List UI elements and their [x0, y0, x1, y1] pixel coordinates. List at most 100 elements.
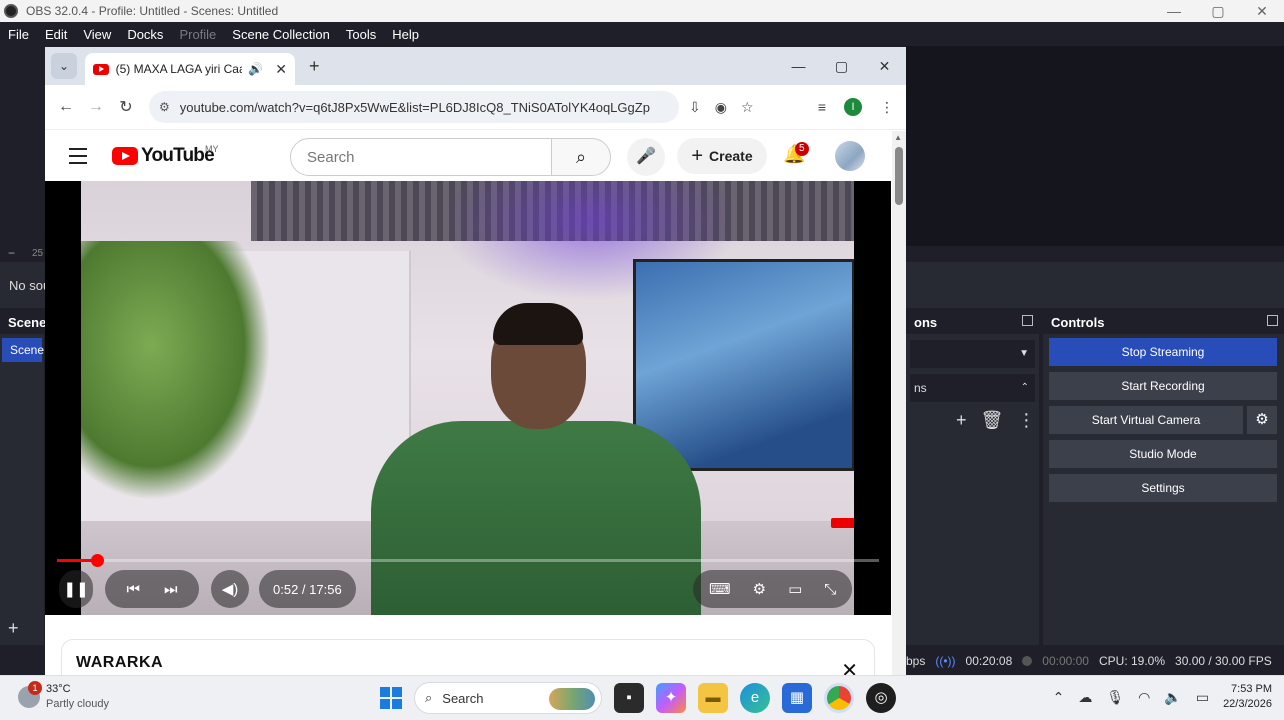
fps-display: 30.00 / 30.00 FPS — [1175, 654, 1272, 668]
cloud-sync-icon[interactable]: ☁ — [1078, 689, 1092, 706]
notification-count-badge: 5 — [795, 142, 809, 156]
transition-duration[interactable]: ns ⌃ — [910, 374, 1035, 402]
youtube-logo[interactable]: YouTube — [112, 145, 215, 167]
captions-icon[interactable]: ⌨ — [709, 580, 731, 598]
menu-view[interactable]: View — [75, 27, 119, 42]
scene-list-item[interactable]: Scene — [2, 338, 44, 362]
weather-widget[interactable]: 1 33°C Partly cloudy — [18, 681, 109, 712]
previous-icon[interactable]: ⏮ — [126, 581, 140, 598]
close-icon[interactable]: ✕ — [841, 658, 858, 675]
battery-icon[interactable]: ▭ — [1196, 689, 1209, 706]
volume-icon[interactable]: ◀) — [211, 570, 249, 608]
wifi-icon[interactable]: ◠ — [1138, 689, 1150, 706]
obs-icon[interactable]: ◎ — [866, 683, 896, 713]
microphone-tray-icon[interactable]: 🎙 — [1106, 689, 1124, 706]
new-tab-button[interactable]: + — [309, 56, 320, 77]
controls-header-label: Controls — [1051, 315, 1105, 330]
gear-icon[interactable]: ⚙ — [1247, 406, 1277, 434]
start-button[interactable] — [380, 687, 402, 709]
address-bar[interactable]: ⚙ youtube.com/watch?v=q6tJ8Px5WwE&list=P… — [149, 91, 679, 123]
video-frame[interactable] — [81, 181, 854, 615]
chrome-maximize-button[interactable]: ▢ — [820, 47, 863, 85]
zoom-out-button[interactable]: − — [8, 246, 15, 260]
tab-youtube[interactable]: (5) MAXA LAGA yiri Caawa 🔊 ✕ — [85, 53, 295, 85]
next-icon[interactable]: ⏭ — [164, 581, 178, 598]
menu-edit[interactable]: Edit — [37, 27, 75, 42]
microphone-icon[interactable]: 🎤 — [627, 138, 665, 176]
menu-scene-collection[interactable]: Scene Collection — [224, 27, 338, 42]
search-input[interactable]: Search — [290, 138, 552, 176]
page-scrollbar[interactable] — [892, 131, 906, 675]
settings-button[interactable]: Settings — [1049, 474, 1277, 502]
time-display: 0:52 / 17:56 — [259, 570, 356, 608]
add-transition-icon[interactable]: + — [956, 410, 967, 431]
record-icon — [1022, 656, 1033, 666]
chrome-minimize-button[interactable]: — — [777, 47, 820, 85]
start-recording-button[interactable]: Start Recording — [1049, 372, 1277, 400]
back-icon[interactable]: ← — [51, 98, 81, 116]
lens-icon[interactable]: ◉ — [715, 99, 727, 116]
file-explorer-icon[interactable]: ▬ — [698, 683, 728, 713]
create-button[interactable]: + Create — [677, 138, 767, 174]
minimize-button[interactable]: — — [1152, 0, 1196, 22]
account-avatar[interactable] — [835, 141, 865, 171]
chrome-icon[interactable] — [824, 683, 854, 713]
trash-icon[interactable]: 🗑 — [981, 410, 1004, 431]
system-tray: ⌃ ☁ 🎙 ◠ 🔈 ▭ 7:53 PM 22/3/2026 — [1053, 682, 1272, 712]
youtube-favicon-icon — [93, 63, 109, 75]
progress-bar[interactable] — [57, 554, 879, 567]
copilot-icon[interactable]: ✦ — [656, 683, 686, 713]
bookmark-star-icon[interactable]: ☆ — [741, 99, 754, 116]
add-scene-button[interactable]: + — [8, 618, 19, 639]
more-options-icon[interactable]: ⋮ — [1017, 410, 1035, 431]
url-text[interactable]: youtube.com/watch?v=q6tJ8Px5WwE&list=PL6… — [180, 100, 650, 115]
menu-help[interactable]: Help — [384, 27, 427, 42]
undock-icon[interactable] — [1267, 315, 1278, 326]
site-info-icon[interactable]: ⚙ — [159, 100, 170, 114]
edge-icon[interactable]: e — [740, 683, 770, 713]
menu-profile[interactable]: Profile — [171, 27, 224, 42]
cloud-icon: 1 — [18, 681, 42, 708]
forward-icon[interactable]: → — [81, 98, 111, 116]
stop-streaming-button[interactable]: Stop Streaming — [1049, 338, 1277, 366]
video-person-hair — [493, 303, 583, 345]
task-view-icon[interactable]: ▪ — [614, 683, 644, 713]
transition-select[interactable]: ▼ — [910, 340, 1035, 368]
volume-tray-icon[interactable]: 🔈 — [1164, 689, 1181, 706]
video-player[interactable]: ❚❚ ⏮ ⏭ ◀) 0:52 / 17:56 ⌨ ⚙ ▭ ⤡ — [45, 181, 891, 615]
pause-button[interactable]: ❚❚ — [59, 570, 93, 608]
scrollbar-thumb[interactable] — [895, 147, 903, 205]
scroll-up-arrow-icon[interactable]: ▲ — [894, 133, 902, 142]
chrome-menu-icon[interactable]: ⋮ — [880, 99, 894, 116]
taskbar-search[interactable]: ⌕ Search — [414, 682, 602, 714]
maximize-button[interactable]: ▢ — [1196, 0, 1240, 22]
clock-time: 7:53 PM — [1231, 683, 1272, 695]
obs-preview-canvas[interactable] — [906, 46, 1284, 246]
menu-file[interactable]: File — [0, 27, 37, 42]
undock-icon[interactable] — [1022, 315, 1033, 326]
chevron-up-icon[interactable]: ⌃ — [1053, 689, 1065, 706]
chrome-close-button[interactable]: ✕ — [863, 47, 906, 85]
tab-search-button[interactable]: ⌄ — [51, 53, 77, 79]
reload-icon[interactable]: ↻ — [111, 97, 141, 117]
close-tab-icon[interactable]: ✕ — [275, 61, 287, 78]
studio-mode-button[interactable]: Studio Mode — [1049, 440, 1277, 468]
clock[interactable]: 7:53 PM 22/3/2026 — [1223, 682, 1272, 712]
store-icon[interactable]: ▦ — [782, 683, 812, 713]
profile-avatar[interactable]: I — [844, 98, 862, 116]
playlist-panel: WARARKA ✕ — [61, 639, 875, 675]
speaker-icon[interactable]: 🔊 — [248, 62, 263, 76]
windows-taskbar: 1 33°C Partly cloudy ⌕ Search ▪ ✦ ▬ e ▦ … — [0, 675, 1284, 720]
settings-gear-icon[interactable]: ⚙ — [753, 580, 766, 598]
menu-tools[interactable]: Tools — [338, 27, 384, 42]
hamburger-menu-icon[interactable] — [69, 148, 87, 169]
media-controls-icon[interactable]: ≡ — [818, 99, 826, 115]
search-icon[interactable]: ⌕ — [551, 138, 611, 176]
stepper-icon[interactable]: ⌃ — [1021, 382, 1029, 393]
close-button[interactable]: ✕ — [1240, 0, 1284, 22]
fullscreen-icon[interactable]: ⤡ — [824, 581, 836, 598]
theater-mode-icon[interactable]: ▭ — [788, 580, 802, 598]
menu-docks[interactable]: Docks — [119, 27, 171, 42]
install-app-icon[interactable]: ⇩ — [689, 99, 701, 116]
start-virtual-camera-button[interactable]: Start Virtual Camera — [1049, 406, 1243, 434]
